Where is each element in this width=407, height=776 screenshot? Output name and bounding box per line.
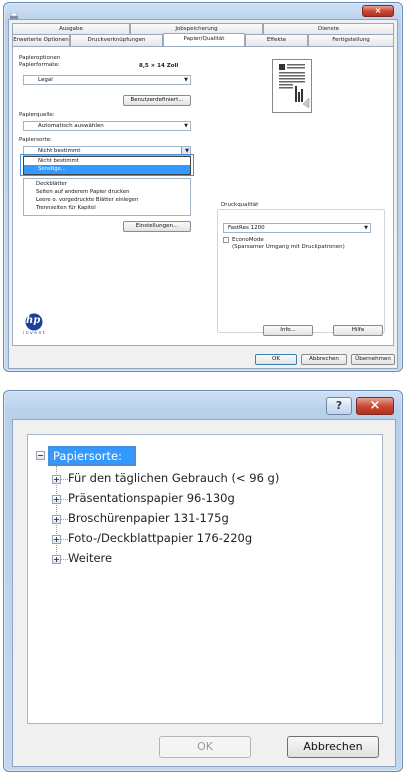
tab-page: Papieroptionen Papierformate: 8,5 × 14 Z… — [12, 46, 394, 346]
paper-size-value: 8,5 × 14 Zoll — [139, 63, 179, 69]
tab-papier-qualitaet[interactable]: Papier/Qualität — [163, 33, 245, 46]
apply-button[interactable]: Übernehmen — [351, 354, 395, 365]
print-properties-dialog: × Ausgabe Jobspeicherung Dienste Erweite… — [3, 2, 403, 372]
paper-size-combo[interactable]: Legal ▼ — [23, 75, 191, 85]
highlight-callout — [20, 154, 194, 176]
list-item[interactable]: Trennseiten für Kapitel — [36, 205, 96, 211]
tab-erweiterte-optionen[interactable]: Erweiterte Optionen — [12, 34, 70, 46]
paper-source-combo[interactable]: Automatisch auswählen ▼ — [23, 121, 191, 131]
print-quality-combo[interactable]: FastRes 1200 ▼ — [223, 223, 371, 233]
cancel-button[interactable]: Abbrechen — [301, 354, 347, 365]
tree-item[interactable]: Weitere — [68, 551, 112, 565]
close-button[interactable]: × — [356, 397, 394, 415]
paper-size-combo-text: Legal — [38, 77, 53, 83]
help-button[interactable]: ? — [326, 397, 352, 415]
expand-icon[interactable]: + — [52, 555, 61, 564]
collapse-icon[interactable]: − — [36, 451, 45, 460]
econo-mode-checkbox[interactable] — [223, 237, 229, 243]
custom-size-button[interactable]: Benutzerdefiniert... — [123, 95, 191, 106]
expand-icon[interactable]: + — [52, 475, 61, 484]
paper-type-tree: − Papiersorte: + Für den täglichen Gebra… — [27, 434, 383, 724]
expand-icon[interactable]: + — [52, 535, 61, 544]
tab-effekte[interactable]: Effekte — [245, 34, 308, 46]
tree-item[interactable]: Präsentationspapier 96-130g — [68, 491, 235, 505]
hp-logo-text: hp — [26, 315, 41, 326]
hp-logo-subtext: invent — [23, 331, 47, 336]
list-item[interactable]: Deckblätter — [36, 181, 67, 187]
paper-source-label: Papierquelle: — [19, 112, 55, 118]
tree-item[interactable]: Broschürenpapier 131-175g — [68, 511, 229, 525]
chevron-down-icon: ▼ — [184, 123, 188, 129]
tree-item[interactable]: Für den täglichen Gebrauch (< 96 g) — [68, 471, 279, 485]
chevron-down-icon: ▼ — [184, 77, 188, 83]
tree-item[interactable]: Foto-/Deckblattpapier 176-220g — [68, 531, 252, 545]
print-quality-combo-text: FastRes 1200 — [228, 225, 265, 231]
econo-mode-sublabel: (Sparsamer Umgang mit Druckpatronen) — [232, 244, 345, 250]
list-item[interactable]: Seiten auf anderem Papier drucken — [36, 189, 129, 195]
ok-button[interactable]: OK — [255, 354, 297, 365]
chevron-down-icon: ▼ — [364, 225, 368, 231]
paper-type-dialog: ? × − Papiersorte: + Für den täglichen G… — [3, 390, 403, 772]
printer-icon — [9, 6, 19, 20]
settings-button[interactable]: Einstellungen... — [123, 221, 191, 232]
tab-druckverknuepfungen[interactable]: Druckverknüpfungen — [70, 34, 163, 46]
info-button[interactable]: Info... — [263, 325, 313, 336]
help-button[interactable]: Hilfe — [333, 325, 383, 336]
cancel-button[interactable]: Abbrechen — [287, 736, 379, 758]
tab-fertigstellung[interactable]: Fertigstellung — [308, 34, 394, 46]
page-preview-icon — [272, 59, 312, 113]
tree-root-label: Papiersorte: — [53, 449, 122, 463]
dialog-client-area: − Papiersorte: + Für den täglichen Gebra… — [12, 419, 396, 767]
paper-type-label: Papiersorte: — [19, 137, 52, 143]
print-quality-label: Druckqualität — [221, 202, 259, 208]
close-button[interactable]: × — [362, 5, 394, 17]
dialog-client-area: Ausgabe Jobspeicherung Dienste Erweitert… — [8, 19, 398, 369]
tree-root-highlight[interactable]: Papiersorte: — [48, 446, 136, 466]
ok-button[interactable]: OK — [159, 736, 251, 758]
paper-options-label: Papieroptionen — [19, 55, 61, 61]
list-item[interactable]: Leere o. vorgedruckte Blätter einlegen — [36, 197, 138, 203]
hp-logo: hp invent — [19, 313, 49, 337]
paper-formats-label: Papierformate: — [19, 62, 60, 68]
econo-mode-label: EconoMode — [232, 237, 264, 243]
special-pages-list: Deckblätter Seiten auf anderem Papier dr… — [23, 178, 191, 216]
expand-icon[interactable]: + — [52, 515, 61, 524]
expand-icon[interactable]: + — [52, 495, 61, 504]
paper-source-combo-text: Automatisch auswählen — [38, 123, 104, 129]
